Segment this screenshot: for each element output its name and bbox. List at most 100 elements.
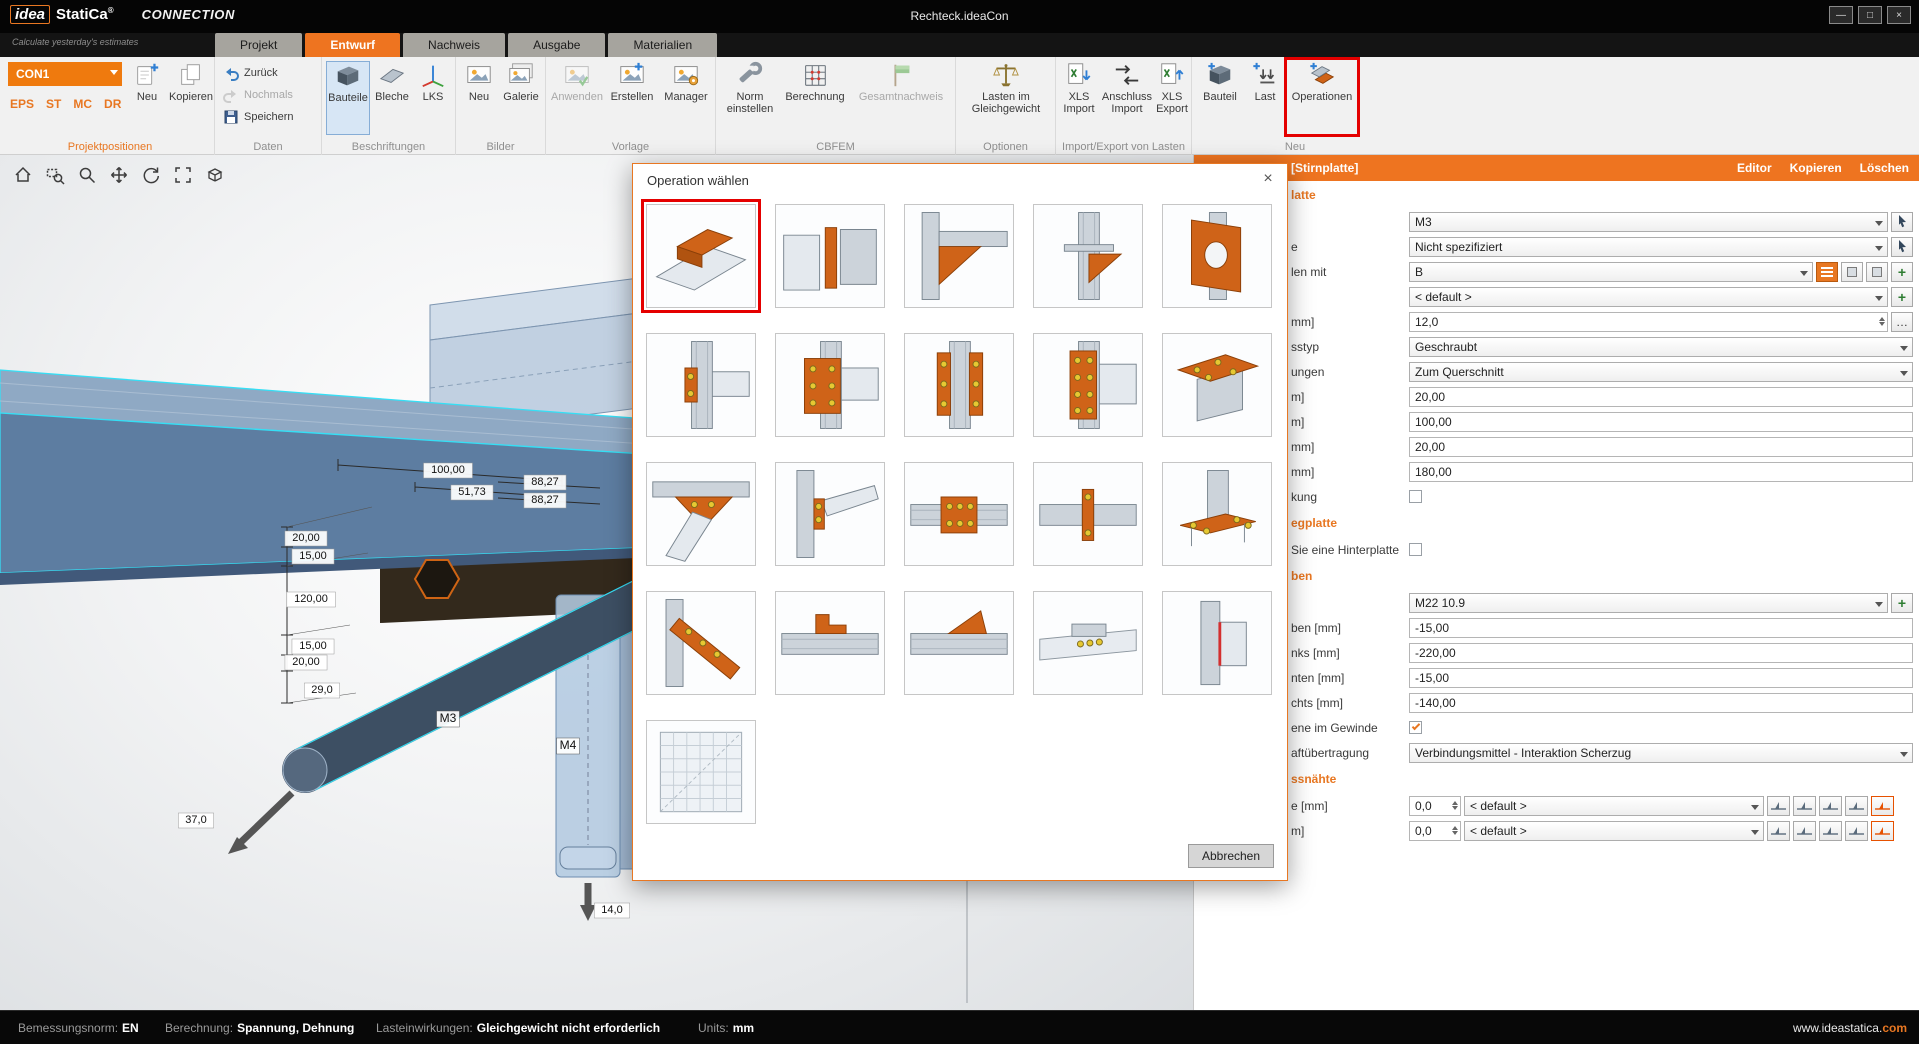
overall-check-button[interactable]: Gesamtnachweis [850, 61, 952, 135]
xls-export-button[interactable]: XLSExport [1154, 61, 1190, 135]
dropdown[interactable]: < default > [1409, 287, 1888, 307]
dropdown[interactable]: Zum Querschnitt [1409, 362, 1913, 382]
operation-thumbnail-17[interactable] [775, 591, 885, 695]
value-field[interactable]: 180,00 [1409, 462, 1913, 482]
dropdown[interactable]: M22 10.9 [1409, 593, 1888, 613]
checkbox[interactable] [1409, 721, 1422, 734]
weld-type-button[interactable] [1767, 821, 1790, 841]
operation-thumbnail-6[interactable] [646, 333, 756, 437]
gallery-button[interactable]: Galerie [500, 61, 542, 135]
rotate-icon[interactable] [138, 163, 164, 187]
operation-thumbnail-21[interactable] [646, 720, 756, 824]
add-button[interactable]: + [1891, 262, 1913, 282]
operation-thumbnail-15[interactable] [1162, 462, 1272, 566]
operation-thumbnail-13[interactable] [904, 462, 1014, 566]
operation-thumbnail-16[interactable] [646, 591, 756, 695]
value-field[interactable]: 20,00 [1409, 387, 1913, 407]
new-project-item-button[interactable]: Neu [126, 61, 168, 135]
xls-import-button[interactable]: XLSImport [1058, 61, 1100, 135]
undo-button[interactable]: Zurück [223, 63, 278, 83]
dialog-close-icon[interactable]: × [1256, 169, 1280, 189]
weld-type-button[interactable] [1793, 821, 1816, 841]
operation-thumbnail-2[interactable] [775, 204, 885, 308]
value-field[interactable]: 20,00 [1409, 437, 1913, 457]
operation-thumbnail-19[interactable] [1033, 591, 1143, 695]
website-link[interactable]: www.ideastatica.com [1793, 1021, 1907, 1035]
add-button[interactable]: + [1891, 593, 1913, 613]
value-field[interactable]: 100,00 [1409, 412, 1913, 432]
operation-thumbnail-12[interactable] [775, 462, 885, 566]
table-button[interactable] [1841, 262, 1863, 282]
cancel-button[interactable]: Abbrechen [1188, 844, 1274, 868]
stepper[interactable] [1876, 317, 1885, 326]
minimize-button[interactable]: — [1829, 6, 1853, 24]
pan-icon[interactable] [106, 163, 132, 187]
dropdown[interactable]: Verbindungsmittel - Interaktion Scherzug [1409, 743, 1913, 763]
new-operation-button[interactable]: Operationen [1288, 61, 1356, 135]
tab-nachweis[interactable]: Nachweis [403, 33, 505, 57]
stepper[interactable] [1449, 826, 1458, 835]
more-button[interactable]: … [1891, 312, 1913, 332]
operation-thumbnail-8[interactable] [904, 333, 1014, 437]
value-field[interactable]: 0,0 [1409, 821, 1461, 841]
operation-thumbnail-7[interactable] [775, 333, 885, 437]
zoom-window-icon[interactable] [42, 163, 68, 187]
create-template-button[interactable]: Erstellen [606, 61, 658, 135]
value-field[interactable]: 0,0 [1409, 796, 1461, 816]
operation-thumbnail-14[interactable] [1033, 462, 1143, 566]
weld-type-button[interactable] [1819, 821, 1842, 841]
connection-import-button[interactable]: AnschlussImport [1101, 61, 1153, 135]
operation-thumbnail-11[interactable] [646, 462, 756, 566]
operation-thumbnail-18[interactable] [904, 591, 1014, 695]
editor-button[interactable]: Editor [1737, 161, 1772, 175]
value-field[interactable]: 12,0 [1409, 312, 1888, 332]
value-field[interactable]: -15,00 [1409, 668, 1913, 688]
template-manager-button[interactable]: Manager [660, 61, 712, 135]
position-type-mc[interactable]: MC [73, 97, 92, 111]
redo-button[interactable]: Nochmals [223, 85, 293, 105]
checkbox[interactable] [1409, 490, 1422, 503]
tab-materialien[interactable]: Materialien [608, 33, 717, 57]
dropdown[interactable]: < default > [1464, 796, 1764, 816]
operation-thumbnail-4[interactable] [1033, 204, 1143, 308]
swap-button[interactable] [1866, 262, 1888, 282]
code-setup-button[interactable]: Normeinstellen [720, 61, 780, 135]
home-view-icon[interactable] [10, 163, 36, 187]
add-button[interactable]: + [1891, 287, 1913, 307]
delete-operation-button[interactable]: Löschen [1860, 161, 1909, 175]
weld-type-button[interactable] [1819, 796, 1842, 816]
operation-thumbnail-10[interactable] [1162, 333, 1272, 437]
dropdown[interactable]: < default > [1464, 821, 1764, 841]
copy-operation-button[interactable]: Kopieren [1790, 161, 1842, 175]
picker-button[interactable] [1891, 212, 1913, 232]
calculation-button[interactable]: Berechnung [782, 61, 848, 135]
operation-thumbnail-9[interactable] [1033, 333, 1143, 437]
new-picture-button[interactable]: Neu [460, 61, 498, 135]
label-plates-toggle[interactable]: Bleche [372, 61, 412, 135]
weld-edit-button[interactable] [1871, 796, 1894, 816]
operation-thumbnail-20[interactable] [1162, 591, 1272, 695]
tab-projekt[interactable]: Projekt [215, 33, 302, 57]
dropdown[interactable]: Nicht spezifiziert [1409, 237, 1888, 257]
operation-thumbnail-5[interactable] [1162, 204, 1272, 308]
tab-entwurf[interactable]: Entwurf [305, 33, 400, 57]
close-button[interactable]: × [1887, 6, 1911, 24]
operation-thumbnail-3[interactable] [904, 204, 1014, 308]
dropdown[interactable]: Geschraubt [1409, 337, 1913, 357]
save-button[interactable]: Speichern [223, 107, 294, 127]
weld-type-button[interactable] [1845, 796, 1868, 816]
maximize-button[interactable]: □ [1858, 6, 1882, 24]
project-item-selector[interactable]: CON1 [8, 62, 122, 86]
checkbox[interactable] [1409, 543, 1422, 556]
operation-thumbnail-1[interactable] [646, 204, 756, 308]
weld-type-button[interactable] [1793, 796, 1816, 816]
new-load-button[interactable]: Last [1246, 61, 1284, 135]
weld-type-button[interactable] [1767, 796, 1790, 816]
apply-template-button[interactable]: Anwenden [550, 61, 604, 135]
value-field[interactable]: -15,00 [1409, 618, 1913, 638]
tab-ausgabe[interactable]: Ausgabe [508, 33, 605, 57]
dropdown[interactable]: B [1409, 262, 1813, 282]
local-coordinate-system-toggle[interactable]: LKS [414, 61, 452, 135]
picker-button[interactable] [1891, 237, 1913, 257]
value-field[interactable]: -220,00 [1409, 643, 1913, 663]
